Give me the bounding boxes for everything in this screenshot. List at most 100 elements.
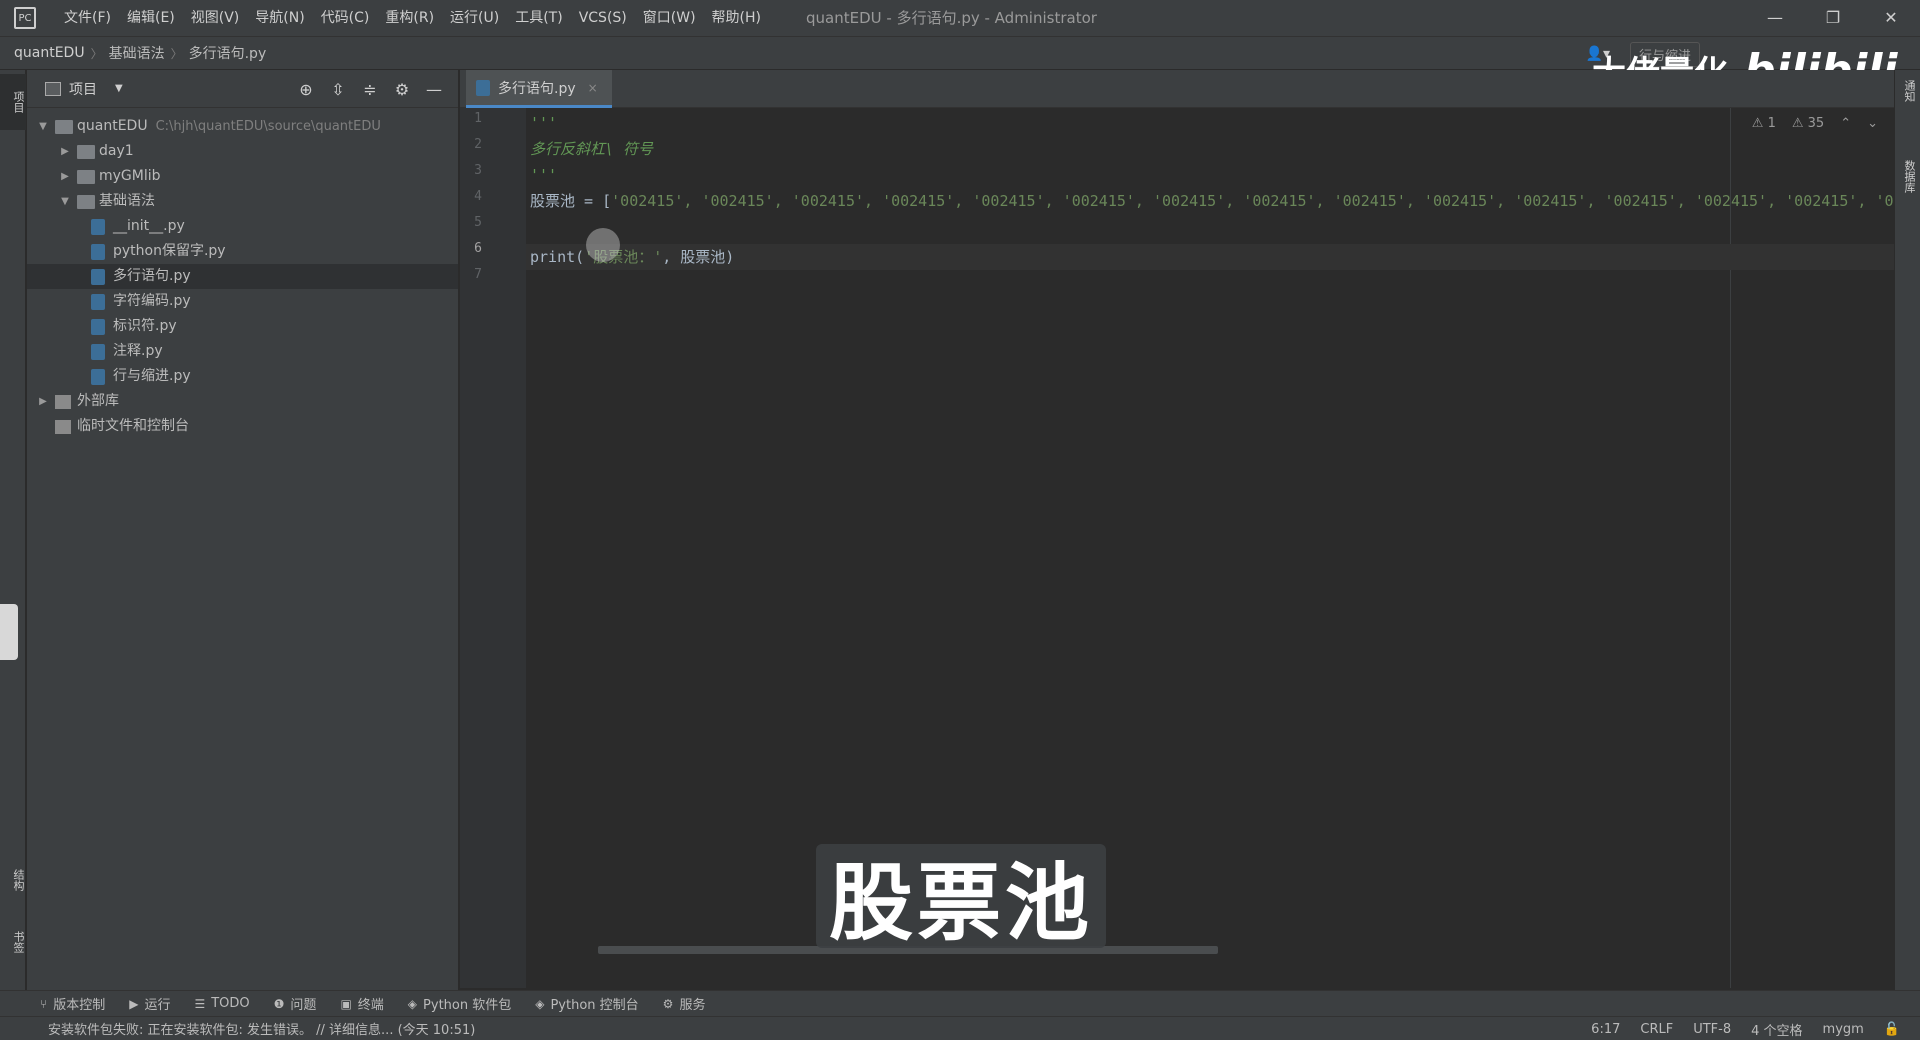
- tree-item[interactable]: __init__.py: [27, 214, 458, 239]
- code-string-list: '002415', '002415', '002415', '002415', …: [611, 192, 1894, 210]
- library-icon: [55, 395, 71, 409]
- tree-item[interactable]: 标识符.py: [27, 314, 458, 339]
- chevron-right-icon[interactable]: ▶: [59, 139, 71, 164]
- notifications-tool-tab[interactable]: 通知: [1901, 80, 1917, 102]
- previous-highlight-icon[interactable]: ⌃: [1840, 116, 1851, 131]
- line-separator[interactable]: CRLF: [1640, 1022, 1673, 1037]
- python-file-icon: [91, 269, 105, 285]
- menu-navigate[interactable]: 导航(N): [247, 0, 312, 36]
- menu-refactor[interactable]: 重构(R): [377, 0, 442, 36]
- bottom-tool-1[interactable]: ▶ 运行: [129, 994, 170, 1014]
- tree-item[interactable]: ▶ 外部库: [27, 389, 458, 414]
- breadcrumb-folder[interactable]: 基础语法: [109, 43, 165, 63]
- project-tree: ▼ quantEDU C:\hjh\quantEDU\source\quantEDU…: [27, 108, 458, 439]
- bottom-tool-4[interactable]: ▣ 终端: [340, 994, 384, 1014]
- tree-item[interactable]: ▶ myGMlib: [27, 164, 458, 189]
- menu-window[interactable]: 窗口(W): [635, 0, 704, 36]
- window-title: quantEDU - 多行语句.py - Administrator: [806, 9, 1097, 27]
- project-tool-tab[interactable]: 项目: [0, 74, 26, 130]
- warning-count[interactable]: ⚠ 1: [1752, 116, 1776, 131]
- locate-file-icon[interactable]: ⊕: [290, 80, 322, 99]
- code-editor[interactable]: ⚠ 1 ⚠ 35 ⌃ ⌄ ''' 多行反斜杠\ 符号 ''' 股票池 = ['0…: [526, 108, 1894, 988]
- database-tool-tab[interactable]: 数据库: [1901, 160, 1917, 193]
- tree-item[interactable]: 行与缩进.py: [27, 364, 458, 389]
- indent-setting[interactable]: 4 个空格: [1751, 1020, 1802, 1039]
- tool-window-icon: ⑂: [40, 996, 48, 1011]
- menu-code[interactable]: 代码(C): [313, 0, 378, 36]
- close-tab-icon[interactable]: ×: [588, 81, 598, 95]
- bottom-tool-6[interactable]: ◈ Python 控制台: [535, 994, 638, 1014]
- hide-panel-icon[interactable]: —: [418, 80, 450, 99]
- tab-multiline-statement[interactable]: 多行语句.py ×: [466, 70, 612, 108]
- python-file-icon: [91, 219, 105, 235]
- project-panel-tools: ⊕ ⇳ ≑ ⚙ —: [290, 70, 450, 108]
- menu-file[interactable]: 文件(F): [56, 0, 119, 36]
- collapse-all-icon[interactable]: ≑: [354, 80, 386, 99]
- code-line-3: ''': [530, 166, 558, 184]
- tree-item[interactable]: 多行语句.py: [27, 264, 458, 289]
- menu-tools[interactable]: 工具(T): [507, 0, 570, 36]
- menu-run[interactable]: 运行(U): [442, 0, 507, 36]
- close-button[interactable]: ✕: [1862, 0, 1920, 36]
- restore-button[interactable]: ❐: [1804, 0, 1862, 36]
- bottom-tool-7[interactable]: ⚙ 服务: [663, 994, 706, 1014]
- status-message[interactable]: 安装软件包失败: 正在安装软件包: 发生错误。 // 详细信息... (今天 1…: [48, 1019, 475, 1038]
- editor-tab-bar: 多行语句.py ×: [460, 70, 1920, 108]
- tool-window-icon: ▣: [340, 996, 352, 1011]
- pycharm-logo-icon[interactable]: PC: [14, 7, 36, 29]
- next-highlight-icon[interactable]: ⌄: [1867, 116, 1878, 131]
- python-file-icon: [91, 244, 105, 260]
- chevron-down-icon[interactable]: ▼: [37, 114, 49, 139]
- status-bar: 安装软件包失败: 正在安装软件包: 发生错误。 // 详细信息... (今天 1…: [0, 1016, 1920, 1040]
- bottom-tool-label: 问题: [290, 998, 317, 1013]
- caret-position[interactable]: 6:17: [1591, 1022, 1620, 1037]
- bottom-tool-5[interactable]: ◈ Python 软件包: [407, 994, 512, 1014]
- weak-warning-count[interactable]: ⚠ 35: [1792, 116, 1824, 131]
- structure-tool-tab[interactable]: 结构: [0, 858, 26, 902]
- code-line-4: 股票池 = ['002415', '002415', '002415', '00…: [530, 188, 1894, 214]
- folder-icon: [77, 145, 95, 159]
- minimize-button[interactable]: —: [1746, 0, 1804, 36]
- inspection-widget[interactable]: ⚠ 1 ⚠ 35 ⌃ ⌄: [1736, 116, 1878, 131]
- bottom-tool-label: Python 软件包: [423, 998, 512, 1013]
- bottom-tool-2[interactable]: ☰ TODO: [194, 996, 249, 1011]
- tree-item[interactable]: 字符编码.py: [27, 289, 458, 314]
- chevron-right-icon[interactable]: ▶: [37, 389, 49, 414]
- tree-item[interactable]: ▼ quantEDU C:\hjh\quantEDU\source\quantEDU: [27, 114, 458, 139]
- python-interpreter[interactable]: mygm: [1823, 1022, 1864, 1037]
- gear-icon[interactable]: ⚙: [386, 80, 418, 99]
- bottom-tool-0[interactable]: ⑂ 版本控制: [40, 994, 105, 1014]
- bottom-tool-label: 终端: [357, 998, 384, 1013]
- code-line-2: 多行反斜杠\ 符号: [530, 140, 654, 158]
- chevron-right-icon[interactable]: ▶: [59, 164, 71, 189]
- python-file-icon: [476, 79, 490, 96]
- project-panel-header: 项目 ▼ ⊕ ⇳ ≑ ⚙ —: [27, 70, 458, 108]
- python-file-icon: [91, 369, 105, 385]
- menu-view[interactable]: 视图(V): [183, 0, 248, 36]
- lock-icon[interactable]: 🔓: [1884, 1022, 1900, 1037]
- project-panel-title[interactable]: 项目: [69, 79, 97, 99]
- bottom-tool-label: 服务: [679, 998, 706, 1013]
- folder-icon: [77, 170, 95, 184]
- menu-edit[interactable]: 编辑(E): [119, 0, 183, 36]
- expand-all-icon[interactable]: ⇳: [322, 80, 354, 99]
- chevron-down-icon[interactable]: ▼: [115, 83, 123, 94]
- breadcrumb-file[interactable]: 多行语句.py: [189, 43, 267, 63]
- breadcrumb-project[interactable]: quantEDU: [14, 45, 85, 61]
- chevron-down-icon[interactable]: ▼: [59, 189, 71, 214]
- menu-help[interactable]: 帮助(H): [704, 0, 769, 36]
- tree-item-label: 行与缩进.py: [113, 368, 191, 384]
- sidebar-resize-handle[interactable]: [0, 604, 18, 660]
- tool-window-icon: ◈: [407, 996, 418, 1011]
- line-number: 5: [474, 215, 482, 230]
- tree-item[interactable]: ▼ 基础语法: [27, 189, 458, 214]
- tree-item[interactable]: 临时文件和控制台: [27, 414, 458, 439]
- file-encoding[interactable]: UTF-8: [1693, 1022, 1731, 1037]
- bookmarks-tool-tab[interactable]: 书签: [0, 920, 26, 964]
- bottom-tool-3[interactable]: ❶ 问题: [274, 994, 317, 1014]
- tree-item[interactable]: 注释.py: [27, 339, 458, 364]
- tree-item[interactable]: python保留字.py: [27, 239, 458, 264]
- python-file-icon: [91, 319, 105, 335]
- tree-item[interactable]: ▶ day1: [27, 139, 458, 164]
- menu-vcs[interactable]: VCS(S): [571, 0, 635, 36]
